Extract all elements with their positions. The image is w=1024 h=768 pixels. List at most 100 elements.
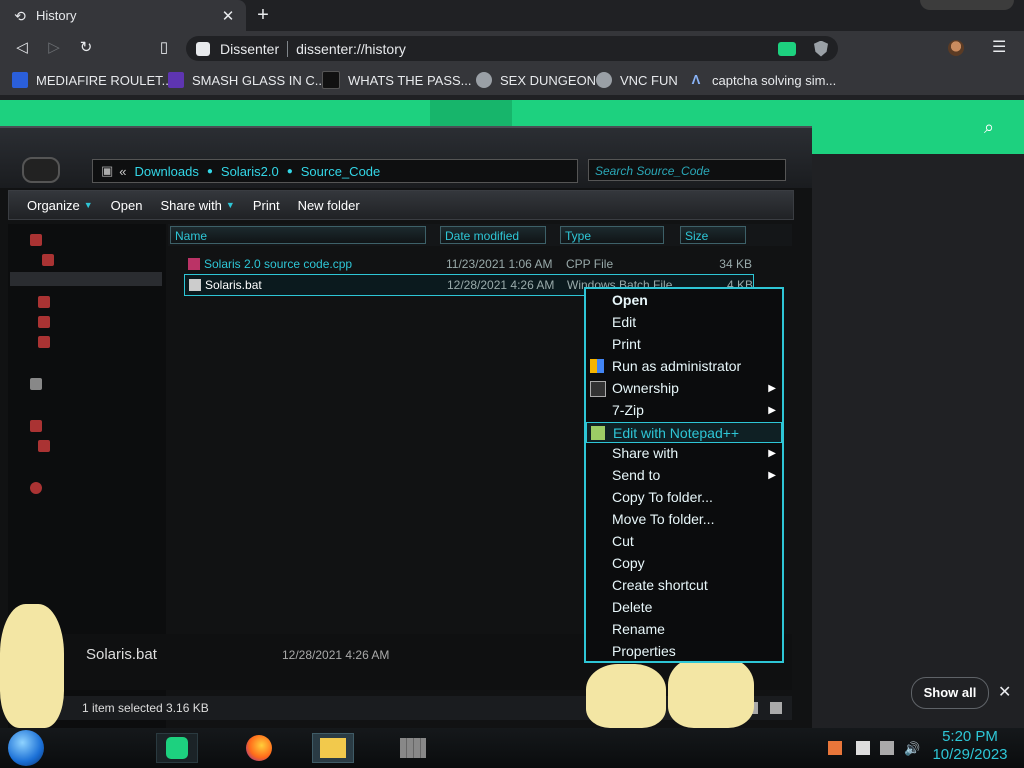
menu-icon[interactable]: ☰	[992, 37, 1006, 57]
bookmark-favicon-icon	[596, 72, 612, 88]
share-with-button[interactable]: Share with	[160, 198, 221, 213]
back-forward-icon[interactable]	[22, 157, 60, 183]
nav-item-icon[interactable]	[42, 254, 54, 266]
tab-history[interactable]: ⟲ History ✕	[0, 0, 246, 31]
breadcrumb-overflow[interactable]: «	[119, 164, 126, 179]
nav-item-icon[interactable]	[30, 482, 42, 494]
taskbar-app-chat[interactable]	[156, 733, 198, 763]
menu-item-copy[interactable]: Copy	[586, 553, 782, 574]
taskbar-app-firefox[interactable]	[238, 733, 280, 763]
new-tab-button[interactable]: +	[252, 4, 274, 26]
profile-avatar[interactable]	[948, 40, 964, 56]
character-sticker	[0, 604, 64, 728]
bookmark-label: captcha solving sim...	[712, 72, 837, 88]
system-clock[interactable]: 5:20 PM 10/29/2023	[924, 728, 1016, 764]
bookmark-item[interactable]: SEX DUNGEON	[476, 71, 596, 89]
menu-item-copy-to-folder[interactable]: Copy To folder...	[586, 487, 782, 508]
taskbar-app-wall[interactable]	[392, 733, 434, 763]
submenu-arrow-icon: ▶	[768, 470, 776, 481]
show-all-button[interactable]: Show all	[911, 677, 989, 709]
file-row[interactable]: Solaris 2.0 source code.cpp 11/23/2021 1…	[184, 254, 752, 274]
nav-item-selected[interactable]	[10, 272, 162, 286]
column-name[interactable]: Name	[170, 226, 426, 244]
action-center-flag-icon[interactable]	[856, 741, 870, 755]
window-controls[interactable]	[920, 0, 1014, 10]
menu-item-cut[interactable]: Cut	[586, 531, 782, 552]
brick-wall-icon	[400, 738, 426, 758]
submenu-arrow-icon: ▶	[768, 448, 776, 459]
nav-item-icon[interactable]	[38, 316, 50, 328]
menu-item-run-as-admin[interactable]: Run as administrator	[586, 356, 782, 377]
menu-label: Send to	[612, 467, 661, 483]
bookmark-item[interactable]: SMASH GLASS IN C...	[168, 71, 326, 89]
menu-item-7zip[interactable]: 7-Zip ▶	[586, 400, 782, 421]
explorer-search-input[interactable]: Search Source_Code	[588, 159, 786, 181]
network-icon[interactable]	[880, 741, 894, 755]
nav-item-icon[interactable]	[30, 420, 42, 432]
status-text: 1 item selected 3.16 KB	[82, 701, 209, 715]
menu-label: Ownership	[612, 380, 679, 396]
bookmark-icon[interactable]: ▯	[154, 38, 174, 58]
column-size[interactable]: Size	[680, 226, 746, 244]
new-folder-button[interactable]: New folder	[298, 198, 360, 213]
address-bar[interactable]: Dissenter dissenter://history	[186, 36, 838, 61]
cpp-file-icon	[188, 258, 200, 270]
nav-item-icon[interactable]	[38, 296, 50, 308]
bookmark-item[interactable]: Λ captcha solving sim...	[688, 71, 837, 89]
nav-item-icon[interactable]	[38, 440, 50, 452]
close-icon[interactable]: ✕	[998, 682, 1011, 702]
menu-item-rename[interactable]: Rename	[586, 619, 782, 640]
organize-button[interactable]: Organize	[27, 198, 80, 213]
breadcrumb-downloads[interactable]: Downloads	[135, 164, 199, 179]
column-date-modified[interactable]: Date modified	[440, 226, 546, 244]
menu-item-share-with[interactable]: Share with ▶	[586, 443, 782, 464]
breadcrumb-source-code[interactable]: Source_Code	[301, 164, 381, 179]
breadcrumb-solaris[interactable]: Solaris2.0	[221, 164, 279, 179]
menu-item-create-shortcut[interactable]: Create shortcut	[586, 575, 782, 596]
tiles-view-icon[interactable]	[770, 702, 782, 714]
menu-item-send-to[interactable]: Send to ▶	[586, 465, 782, 486]
bookmark-item[interactable]: MEDIAFIRE ROULET...	[12, 71, 173, 89]
submenu-arrow-icon: ▶	[768, 383, 776, 394]
search-icon[interactable]: ⌕	[984, 117, 994, 138]
menu-label: Run as administrator	[612, 358, 742, 374]
forward-icon[interactable]: ▷	[44, 38, 64, 58]
column-type[interactable]: Type	[560, 226, 664, 244]
bookmark-label: SMASH GLASS IN C...	[192, 72, 326, 88]
print-button[interactable]: Print	[253, 198, 280, 213]
menu-item-edit-with-notepad[interactable]: Edit with Notepad++	[586, 422, 782, 443]
clock-date: 10/29/2023	[932, 746, 1008, 763]
start-button[interactable]	[8, 730, 44, 766]
bookmark-item[interactable]: VNC FUN	[596, 71, 678, 89]
column-headers: Name Date modified Type Size	[168, 224, 792, 246]
nav-item-icon[interactable]	[38, 336, 50, 348]
volume-icon[interactable]: 🔊	[904, 741, 920, 756]
bookmark-item[interactable]: WHATS THE PASS...	[322, 71, 472, 89]
explorer-address-bar[interactable]: ▣ « Downloads ● Solaris2.0 ● Source_Code	[92, 159, 578, 183]
open-button[interactable]: Open	[111, 198, 143, 213]
menu-label: Properties	[612, 643, 676, 659]
menu-label: Create shortcut	[612, 577, 708, 593]
tab-close-icon[interactable]: ✕	[220, 7, 236, 25]
menu-item-properties[interactable]: Properties	[586, 641, 782, 662]
nav-item-icon[interactable]	[30, 234, 42, 246]
back-icon[interactable]: ◁	[12, 38, 32, 58]
url-text[interactable]: dissenter://history	[296, 41, 778, 57]
menu-item-print[interactable]: Print	[586, 334, 782, 355]
dissenter-extension-icon[interactable]	[778, 41, 796, 56]
menu-item-delete[interactable]: Delete	[586, 597, 782, 618]
bookmark-favicon-icon	[168, 72, 184, 88]
breadcrumb-separator-icon[interactable]: ●	[207, 166, 213, 177]
shield-icon[interactable]	[814, 40, 828, 57]
menu-item-edit[interactable]: Edit	[586, 312, 782, 333]
menu-item-open[interactable]: Open	[586, 290, 782, 311]
tray-app-icon[interactable]	[828, 741, 842, 755]
reload-icon[interactable]: ↻	[76, 38, 96, 58]
taskbar-app-explorer[interactable]	[312, 733, 354, 763]
breadcrumb-separator-icon[interactable]: ●	[287, 166, 293, 177]
menu-item-ownership[interactable]: Ownership ▶	[586, 378, 782, 399]
menu-item-move-to-folder[interactable]: Move To folder...	[586, 509, 782, 530]
nav-item-icon[interactable]	[30, 378, 42, 390]
bookmark-favicon-icon	[322, 71, 340, 89]
site-info-icon[interactable]	[196, 41, 210, 56]
